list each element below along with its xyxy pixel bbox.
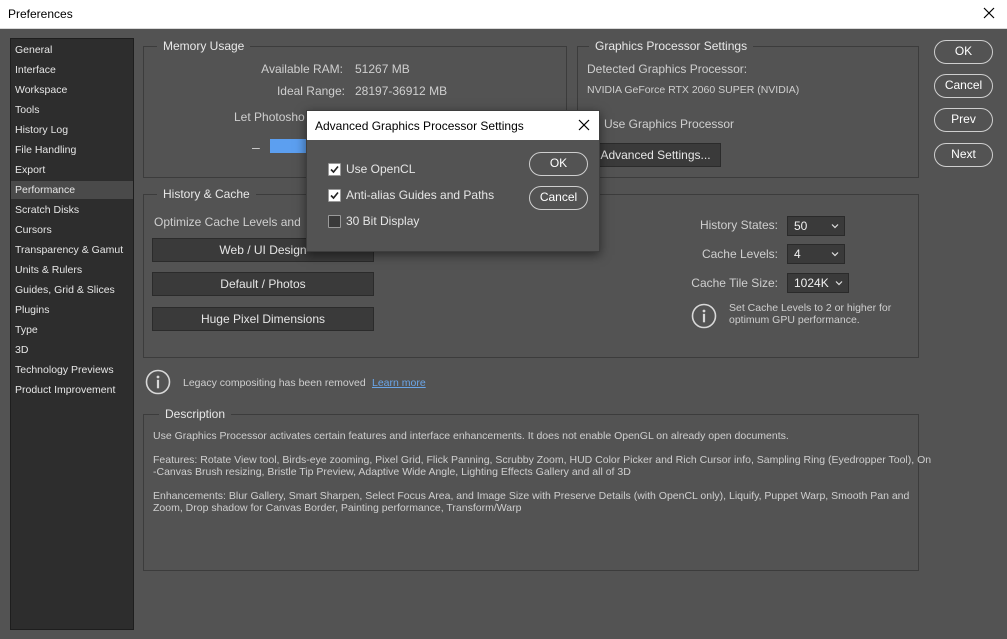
ideal-range-value: 28197-36912 MB <box>355 84 448 98</box>
cache-levels-select[interactable]: 4 <box>787 244 845 264</box>
memory-slider-fill <box>270 139 306 153</box>
sidebar-item-scratch-disks[interactable]: Scratch Disks <box>11 201 133 219</box>
sidebar-item-tools[interactable]: Tools <box>11 101 133 119</box>
let-photoshop-label: Let Photosho <box>234 110 305 124</box>
legacy-compositing-text: Legacy compositing has been removed <box>183 377 366 389</box>
prev-button[interactable]: Prev <box>934 108 993 132</box>
description-p1: Use Graphics Processor activates certain… <box>153 430 789 442</box>
sidebar-item-performance[interactable]: Performance <box>11 181 133 199</box>
30bit-display-checkbox[interactable] <box>328 215 341 228</box>
ideal-range-label: Ideal Range: <box>276 84 345 98</box>
sidebar-item-type[interactable]: Type <box>11 321 133 339</box>
info-icon <box>145 369 171 395</box>
chevron-down-icon <box>831 224 839 229</box>
cache-levels-label: Cache Levels: <box>701 247 778 261</box>
sidebar-item-units-rulers[interactable]: Units & Rulers <box>11 261 133 279</box>
sidebar-item-general[interactable]: General <box>11 41 133 59</box>
opencl-label[interactable]: Use OpenCL <box>346 162 415 176</box>
sidebar-item-interface[interactable]: Interface <box>11 61 133 79</box>
close-icon[interactable] <box>981 5 997 21</box>
history-states-value: 50 <box>794 219 808 233</box>
advanced-settings-button[interactable]: Advanced Settings... <box>590 143 721 167</box>
description-p3-line1: Enhancements: Blur Gallery, Smart Sharpe… <box>153 490 910 502</box>
sidebar-item-file-handling[interactable]: File Handling <box>11 141 133 159</box>
dialog-titlebar: Advanced Graphics Processor Settings <box>307 111 599 140</box>
detected-gpu-value: NVIDIA GeForce RTX 2060 SUPER (NVIDIA) <box>587 84 800 96</box>
sidebar-item-technology-previews[interactable]: Technology Previews <box>11 361 133 379</box>
use-gpu-label[interactable]: Use Graphics Processor <box>604 117 734 131</box>
sidebar-item-product-improvement[interactable]: Product Improvement <box>11 381 133 399</box>
sidebar-item-transparency[interactable]: Transparency & Gamut <box>11 241 133 259</box>
huge-pixel-dimensions-button[interactable]: Huge Pixel Dimensions <box>152 307 374 331</box>
detected-gpu-label: Detected Graphics Processor: <box>587 62 748 76</box>
default-photos-button[interactable]: Default / Photos <box>152 272 374 296</box>
description-p2-line2: -Canvas Brush resizing, Bristle Tip Prev… <box>153 466 631 478</box>
sidebar-item-export[interactable]: Export <box>11 161 133 179</box>
chevron-down-icon <box>831 252 839 257</box>
cancel-button[interactable]: Cancel <box>934 74 993 98</box>
sidebar-item-history-log[interactable]: History Log <box>11 121 133 139</box>
info-icon <box>691 303 717 329</box>
description-p3-line2: Zoom, Drop shadow for Canvas Border, Pai… <box>153 502 522 514</box>
advanced-gpu-dialog: Advanced Graphics Processor Settings Use… <box>306 110 600 252</box>
sidebar-item-plugins[interactable]: Plugins <box>11 301 133 319</box>
learn-more-link[interactable]: Learn more <box>372 377 426 389</box>
dialog-ok-button[interactable]: OK <box>529 152 588 176</box>
antialias-label[interactable]: Anti-alias Guides and Paths <box>346 188 494 202</box>
window-title: Preferences <box>8 7 73 21</box>
checkmark-icon <box>330 191 339 200</box>
cache-tile-size-select[interactable]: 1024K <box>787 273 849 293</box>
checkmark-icon <box>330 165 339 174</box>
dialog-title: Advanced Graphics Processor Settings <box>315 119 524 133</box>
history-states-label: History States: <box>699 218 778 232</box>
ok-button[interactable]: OK <box>934 40 993 64</box>
antialias-checkbox[interactable] <box>328 189 341 202</box>
description-title: Description <box>159 407 232 421</box>
cache-levels-value: 4 <box>794 247 801 261</box>
opencl-checkbox[interactable] <box>328 163 341 176</box>
cache-tip-line1: Set Cache Levels to 2 or higher for <box>729 302 892 314</box>
30bit-display-label[interactable]: 30 Bit Display <box>346 214 419 228</box>
sidebar-item-3d[interactable]: 3D <box>11 341 133 359</box>
history-states-select[interactable]: 50 <box>787 216 845 236</box>
slider-minus-icon[interactable]: – <box>252 139 260 155</box>
memory-slider[interactable] <box>270 139 306 153</box>
description-p2-line1: Features: Rotate View tool, Birds-eye zo… <box>153 454 932 466</box>
cache-tip-line2: optimum GPU performance. <box>729 314 860 326</box>
dialog-cancel-button[interactable]: Cancel <box>529 186 588 210</box>
sidebar-item-workspace[interactable]: Workspace <box>11 81 133 99</box>
available-ram-value: 51267 MB <box>355 62 410 76</box>
cache-tile-size-value: 1024K <box>794 276 829 290</box>
gpu-settings-title: Graphics Processor Settings <box>589 39 754 53</box>
next-button[interactable]: Next <box>934 143 993 167</box>
sidebar-item-guides[interactable]: Guides, Grid & Slices <box>11 281 133 299</box>
close-icon[interactable] <box>577 118 591 132</box>
cache-tile-size-label: Cache Tile Size: <box>691 276 778 290</box>
sidebar: General Interface Workspace Tools Histor… <box>10 38 134 630</box>
window-titlebar: Preferences <box>0 0 1007 29</box>
optimize-cache-label: Optimize Cache Levels and <box>154 215 301 229</box>
history-cache-title: History & Cache <box>157 187 256 201</box>
available-ram-label: Available RAM: <box>261 62 343 76</box>
memory-usage-title: Memory Usage <box>157 39 251 53</box>
chevron-down-icon <box>835 281 843 286</box>
sidebar-item-cursors[interactable]: Cursors <box>11 221 133 239</box>
